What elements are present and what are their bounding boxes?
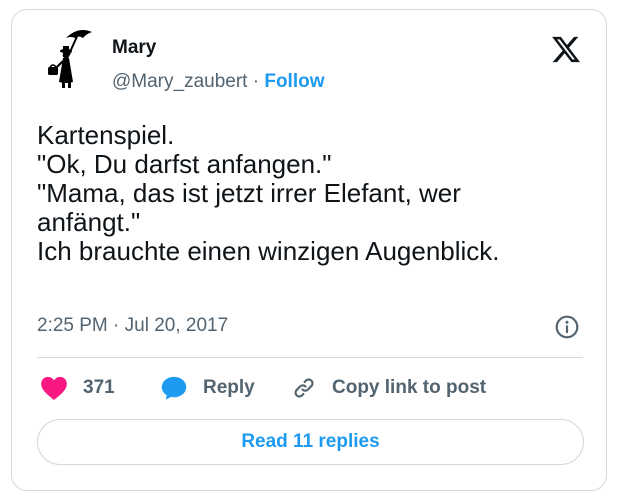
author-name[interactable]: Mary: [112, 37, 156, 59]
like-count: 371: [83, 377, 115, 398]
tweet-line: "Ok, Du darfst anfangen.": [37, 149, 332, 179]
reply-button[interactable]: Reply: [160, 373, 255, 403]
info-icon[interactable]: [554, 314, 580, 340]
tweet-line: Kartenspiel.: [37, 120, 175, 150]
tweet-line: anfängt.": [37, 207, 141, 237]
reply-label: Reply: [203, 377, 255, 398]
handle-separator: ·: [252, 71, 260, 92]
avatar[interactable]: [26, 18, 106, 98]
tweet-text: Kartenspiel. "Ok, Du darfst anfangen." "…: [37, 121, 587, 266]
heart-icon: [41, 376, 67, 401]
copy-link-label: Copy link to post: [332, 377, 487, 398]
speech-bubble-icon: [161, 376, 187, 400]
tweet-time: 2:25 PM: [37, 315, 108, 336]
like-button[interactable]: 371: [40, 373, 115, 403]
mary-poppins-silhouette-icon: [48, 30, 92, 88]
author-handle-row: @Mary_zaubert · Follow: [112, 70, 325, 94]
x-logo-icon[interactable]: [549, 34, 583, 65]
copy-link-button[interactable]: Copy link to post: [290, 373, 486, 403]
tweet-line: Ich brauchte einen winzigen Augenblick.: [37, 236, 500, 266]
divider: [37, 357, 583, 358]
follow-button[interactable]: Follow: [264, 71, 324, 92]
link-icon: [294, 378, 314, 398]
read-replies-button[interactable]: Read 11 replies: [37, 419, 584, 465]
meta-separator: ·: [113, 315, 120, 336]
author-handle[interactable]: @Mary_zaubert: [112, 71, 247, 92]
tweet-date: Jul 20, 2017: [124, 315, 229, 336]
tweet-timestamp[interactable]: 2:25 PM · Jul 20, 2017: [37, 314, 228, 338]
tweet-line: "Mama, das ist jetzt irrer Elefant, wer: [37, 178, 461, 208]
